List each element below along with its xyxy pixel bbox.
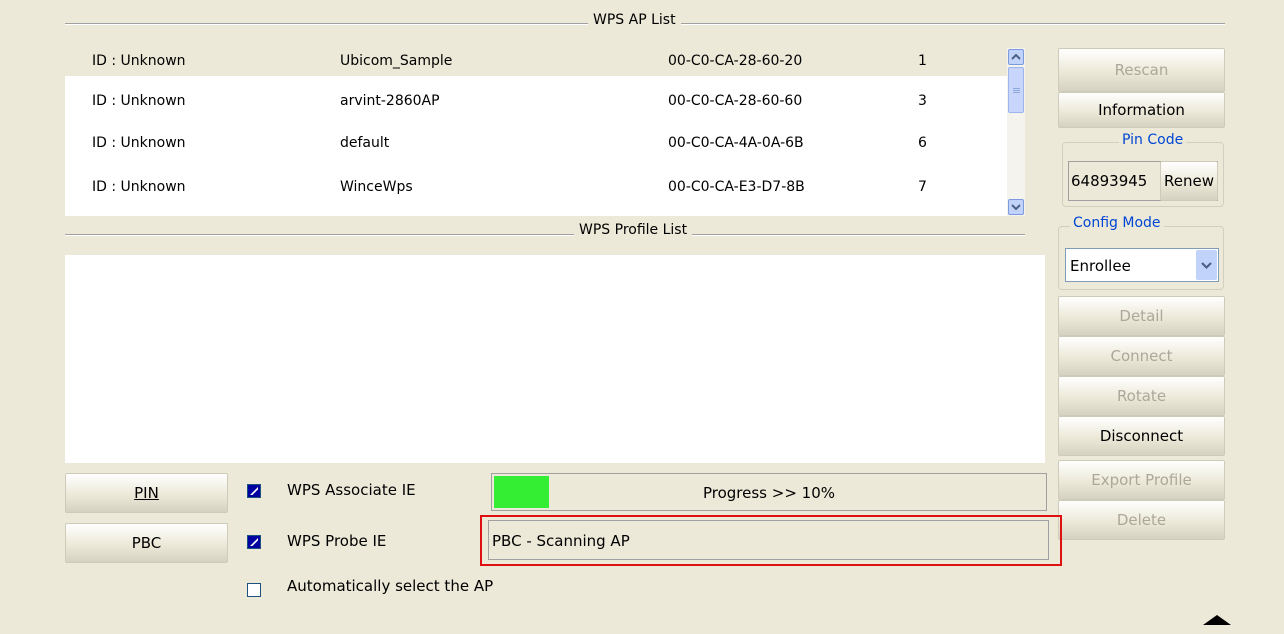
progress-bar: Progress >> 10%	[491, 473, 1047, 511]
ap-id-cell: ID : Unknown	[92, 179, 186, 195]
detail-button[interactable]: Detail	[1058, 296, 1225, 336]
pin-button[interactable]: PIN	[65, 473, 228, 513]
pbc-button[interactable]: PBC	[65, 523, 228, 563]
ap-channel-cell: 6	[918, 135, 927, 151]
auto-select-checkbox[interactable]	[247, 583, 261, 597]
config-mode-legend: Config Mode	[1070, 215, 1164, 231]
table-row[interactable]: ID : Unknown default 00-C0-CA-4A-0A-6B 6	[65, 128, 1019, 158]
ap-ssid-cell: default	[340, 135, 390, 151]
renew-button[interactable]: Renew	[1160, 161, 1218, 201]
information-button[interactable]: Information	[1058, 92, 1225, 128]
ap-channel-cell: 7	[918, 179, 927, 195]
connect-button[interactable]: Connect	[1058, 336, 1225, 376]
ap-mac-cell: 00-C0-CA-4A-0A-6B	[668, 135, 804, 151]
ap-list[interactable]: ID : Unknown Ubicom_Sample 00-C0-CA-28-60-…	[65, 46, 1025, 216]
delete-button[interactable]: Delete	[1058, 500, 1225, 540]
ap-list-title: WPS AP List	[588, 12, 681, 28]
ap-id-cell: ID : Unknown	[92, 53, 186, 69]
progress-text: Progress >> 10%	[702, 484, 836, 502]
scroll-thumb[interactable]	[1008, 67, 1024, 113]
ap-ssid-cell: WinceWps	[340, 179, 413, 195]
ap-ssid-cell: Ubicom_Sample	[340, 53, 453, 69]
pin-code-legend: Pin Code	[1119, 132, 1187, 148]
dropdown-arrow-icon[interactable]	[1196, 250, 1217, 280]
ap-list-scrollbar[interactable]	[1007, 48, 1025, 216]
ap-ssid-cell: arvint-2860AP	[340, 93, 440, 109]
ap-channel-cell: 1	[918, 53, 927, 69]
profile-list-title: WPS Profile List	[574, 222, 693, 238]
table-row[interactable]: ID : Unknown arvint-2860AP 00-C0-CA-28-60-…	[65, 86, 1019, 116]
ap-mac-cell: 00-C0-CA-E3-D7-8B	[668, 179, 805, 195]
highlight-box	[480, 515, 1062, 566]
export-profile-button[interactable]: Export Profile	[1058, 460, 1225, 500]
profile-list-group-line	[65, 234, 1025, 236]
ap-channel-cell: 3	[918, 93, 927, 109]
wps-associate-ie-checkbox[interactable]	[247, 484, 261, 498]
wps-probe-ie-label: WPS Probe IE	[287, 532, 387, 550]
auto-select-label: Automatically select the AP	[287, 577, 494, 595]
config-mode-select[interactable]: Enrollee	[1065, 248, 1219, 282]
profile-list[interactable]	[65, 255, 1045, 463]
table-row[interactable]: ID : Unknown Ubicom_Sample 00-C0-CA-28-60-…	[65, 46, 1015, 76]
wps-associate-ie-label: WPS Associate IE	[287, 481, 416, 499]
scroll-up-icon[interactable]	[1008, 49, 1024, 65]
table-row[interactable]: ID : Unknown WinceWps 00-C0-CA-E3-D7-8B 7	[65, 172, 1019, 202]
ap-mac-cell: 00-C0-CA-28-60-60	[668, 93, 803, 109]
ap-id-cell: ID : Unknown	[92, 135, 186, 151]
ap-id-cell: ID : Unknown	[92, 93, 186, 109]
ap-mac-cell: 00-C0-CA-28-60-20	[668, 53, 803, 69]
rotate-button[interactable]: Rotate	[1058, 376, 1225, 416]
disconnect-button[interactable]: Disconnect	[1058, 416, 1225, 456]
pin-code-value: 64893945	[1071, 172, 1148, 190]
scroll-down-icon[interactable]	[1008, 199, 1024, 215]
rescan-button[interactable]: Rescan	[1058, 48, 1225, 92]
collapse-arrow-icon[interactable]	[1190, 612, 1244, 630]
wps-probe-ie-checkbox[interactable]	[247, 535, 261, 549]
